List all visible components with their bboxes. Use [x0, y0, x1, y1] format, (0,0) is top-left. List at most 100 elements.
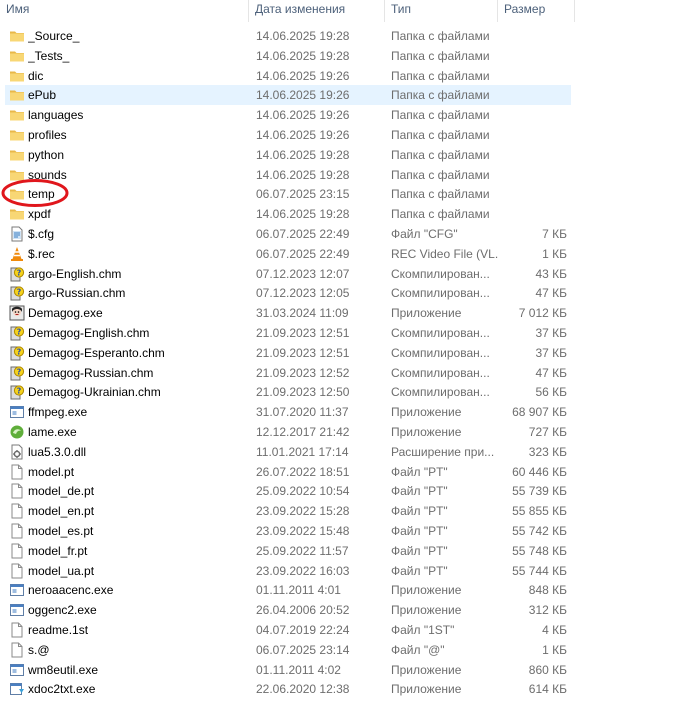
folder-icon [9, 167, 25, 183]
column-header-size[interactable]: Размер [498, 0, 574, 22]
chm-help-icon: ? [9, 345, 25, 361]
file-type: Файл "PT" [391, 464, 448, 479]
file-row-neroaacenc-exe[interactable]: neroaacenc.exe 01.11.2011 4:01 Приложение 8… [0, 580, 700, 600]
file-row-argo-russian-chm[interactable]: ? argo-Russian.chm 07.12.2023 12:05 Скомпил… [0, 283, 700, 303]
file-row-profiles[interactable]: profiles 14.06.2025 19:26 Папка с файлами [0, 125, 700, 145]
file-size: 56 КБ [535, 385, 567, 400]
file-row-sounds[interactable]: sounds 14.06.2025 19:28 Папка с файлами [0, 165, 700, 185]
file-row-wm8eutil-exe[interactable]: wm8eutil.exe 01.11.2011 4:02 Приложение 860… [0, 660, 700, 680]
file-row-demagog-english-chm[interactable]: ? Demagog-English.chm 21.09.2023 12:51 Ском… [0, 323, 700, 343]
column-header-type[interactable]: Тип [385, 0, 497, 22]
xdoc-app-icon [9, 681, 25, 697]
file-row-languages[interactable]: languages 14.06.2025 19:26 Папка с файлами [0, 105, 700, 125]
file-size: 55 742 КБ [512, 524, 567, 538]
file-name: Demagog.exe [28, 306, 103, 321]
blank-file-icon [9, 503, 25, 519]
file-row-model-de-pt[interactable]: model_de.pt 25.09.2022 10:54 Файл "PT" 55 7… [0, 481, 700, 501]
file-type: Папка с файлами [391, 29, 490, 43]
file-size [499, 165, 567, 185]
file-type: Приложение [391, 682, 462, 697]
file-row-demagog-exe[interactable]: Demagog.exe 31.03.2024 11:09 Приложение 7 0… [0, 303, 700, 323]
file-row-source[interactable]: _Source_ 14.06.2025 19:28 Папка с файлами [0, 26, 700, 46]
file-row-model-fr-pt[interactable]: model_fr.pt 25.09.2022 11:57 Файл "PT" 55 7… [0, 541, 700, 561]
file-row-model-es-pt[interactable]: model_es.pt 23.09.2022 15:48 Файл "PT" 55 7… [0, 521, 700, 541]
folder-icon [9, 48, 25, 64]
file-type: Папка с файлами [391, 167, 490, 182]
file-size [499, 85, 567, 105]
file-name: model_de.pt [28, 484, 95, 499]
file-date: 11.01.2021 17:14 [256, 444, 349, 459]
file-name: Demagog-English.chm [28, 326, 150, 340]
file-type: Приложение [391, 603, 462, 618]
file-type: Файл "PT" [391, 524, 448, 538]
file-type: Папка с файлами [391, 128, 490, 142]
file-row-model-ua-pt[interactable]: model_ua.pt 23.09.2022 16:03 Файл "PT" 55 7… [0, 561, 700, 581]
file-row-argo-english-chm[interactable]: ? argo-English.chm 07.12.2023 12:07 Скомпил… [0, 264, 700, 284]
column-header-date[interactable]: Дата изменения [249, 0, 384, 22]
file-name: argo-Russian.chm [28, 286, 126, 301]
file-type: Файл "1ST" [391, 623, 455, 637]
blank-file-icon [9, 642, 25, 658]
file-row-ffmpeg-exe[interactable]: ffmpeg.exe 31.07.2020 11:37 Приложение 68 9… [0, 402, 700, 422]
file-row-xpdf[interactable]: xpdf 14.06.2025 19:28 Папка с файлами [0, 204, 700, 224]
folder-icon [9, 87, 25, 103]
file-row-lua5-3-0-dll[interactable]: lua5.3.0.dll 11.01.2021 17:14 Расширение п… [0, 442, 700, 462]
file-row-rec[interactable]: $.rec 06.07.2025 22:49 REC Video File (VL.… [0, 244, 700, 264]
column-header-name[interactable]: Имя [0, 0, 248, 22]
file-type: Папка с файлами [391, 187, 490, 202]
file-type: Приложение [391, 306, 462, 321]
folder-icon [9, 28, 25, 44]
file-name: wm8eutil.exe [28, 662, 99, 677]
file-date: 21.09.2023 12:50 [256, 385, 350, 400]
file-size: 7 КБ [542, 227, 567, 241]
file-date: 14.06.2025 19:28 [256, 29, 350, 43]
file-date: 14.06.2025 19:26 [256, 128, 350, 142]
file-date: 23.09.2022 15:28 [256, 504, 350, 519]
file-type: Скомпилирован... [391, 365, 490, 380]
file-type: Папка с файлами [391, 147, 490, 162]
file-date: 14.06.2025 19:26 [256, 88, 350, 103]
blank-file-icon [9, 622, 25, 638]
file-name: model_ua.pt [28, 563, 95, 578]
folder-icon [9, 127, 25, 143]
file-row-s[interactable]: s.@ 06.07.2025 23:14 Файл "@" 1 КБ [0, 640, 700, 660]
file-row-cfg[interactable]: $.cfg 06.07.2025 22:49 Файл "CFG" 7 КБ [0, 224, 700, 244]
file-row-model-en-pt[interactable]: model_en.pt 23.09.2022 15:28 Файл "PT" 55 8… [0, 501, 700, 521]
file-name: dic [28, 68, 44, 83]
file-row-demagog-ukrainian-chm[interactable]: ? Demagog-Ukrainian.chm 21.09.2023 12:50 Ск… [0, 382, 700, 402]
file-row-model-pt[interactable]: model.pt 26.07.2022 18:51 Файл "PT" 60 446 … [0, 462, 700, 482]
file-row-demagog-russian-chm[interactable]: ? Demagog-Russian.chm 21.09.2023 12:52 Ском… [0, 363, 700, 383]
file-type: Скомпилирован... [391, 385, 490, 400]
file-row-tests[interactable]: _Tests_ 14.06.2025 19:28 Папка с файлами [0, 46, 700, 66]
file-size: 55 748 КБ [512, 543, 567, 558]
folder-icon [9, 68, 25, 84]
file-name: temp [28, 187, 55, 202]
file-date: 23.09.2022 16:03 [256, 563, 350, 578]
file-size: 4 КБ [542, 623, 567, 637]
file-name: model_en.pt [28, 504, 95, 519]
file-row-xdoc2txt-exe[interactable]: xdoc2txt.exe 22.06.2020 12:38 Приложение 61… [0, 679, 700, 699]
file-date: 14.06.2025 19:28 [256, 147, 350, 162]
file-row-dic[interactable]: dic 14.06.2025 19:26 Папка с файлами [0, 66, 700, 86]
folder-icon [9, 206, 25, 222]
file-type: Файл "PT" [391, 504, 448, 519]
file-row-readme-1st[interactable]: readme.1st 04.07.2019 22:24 Файл "1ST" 4 КБ [0, 620, 700, 640]
file-row-epub[interactable]: ePub 14.06.2025 19:26 Папка с файлами [0, 85, 700, 106]
file-size: 323 КБ [528, 444, 567, 459]
file-row-lame-exe[interactable]: lame.exe 12.12.2017 21:42 Приложение 727 КБ [0, 422, 700, 442]
file-row-temp[interactable]: temp 06.07.2025 23:15 Папка с файлами [0, 184, 700, 204]
column-divider[interactable] [574, 0, 575, 22]
blank-file-icon [9, 543, 25, 559]
file-row-python[interactable]: python 14.06.2025 19:28 Папка с файлами [0, 145, 700, 165]
file-row-demagog-esperanto-chm[interactable]: ? Demagog-Esperanto.chm 21.09.2023 12:51 Ск… [0, 343, 700, 363]
svg-text:?: ? [17, 387, 22, 396]
file-row-oggenc2-exe[interactable]: oggenc2.exe 26.04.2006 20:52 Приложение 312… [0, 600, 700, 620]
file-name: Demagog-Russian.chm [28, 365, 154, 380]
file-date: 31.03.2024 11:09 [256, 306, 349, 321]
file-date: 01.11.2011 4:02 [256, 662, 341, 677]
file-name: argo-English.chm [28, 266, 122, 281]
file-size: 37 КБ [535, 326, 567, 340]
file-date: 14.06.2025 19:28 [256, 207, 350, 222]
svg-text:?: ? [17, 367, 22, 376]
file-type: Файл "PT" [391, 563, 448, 578]
